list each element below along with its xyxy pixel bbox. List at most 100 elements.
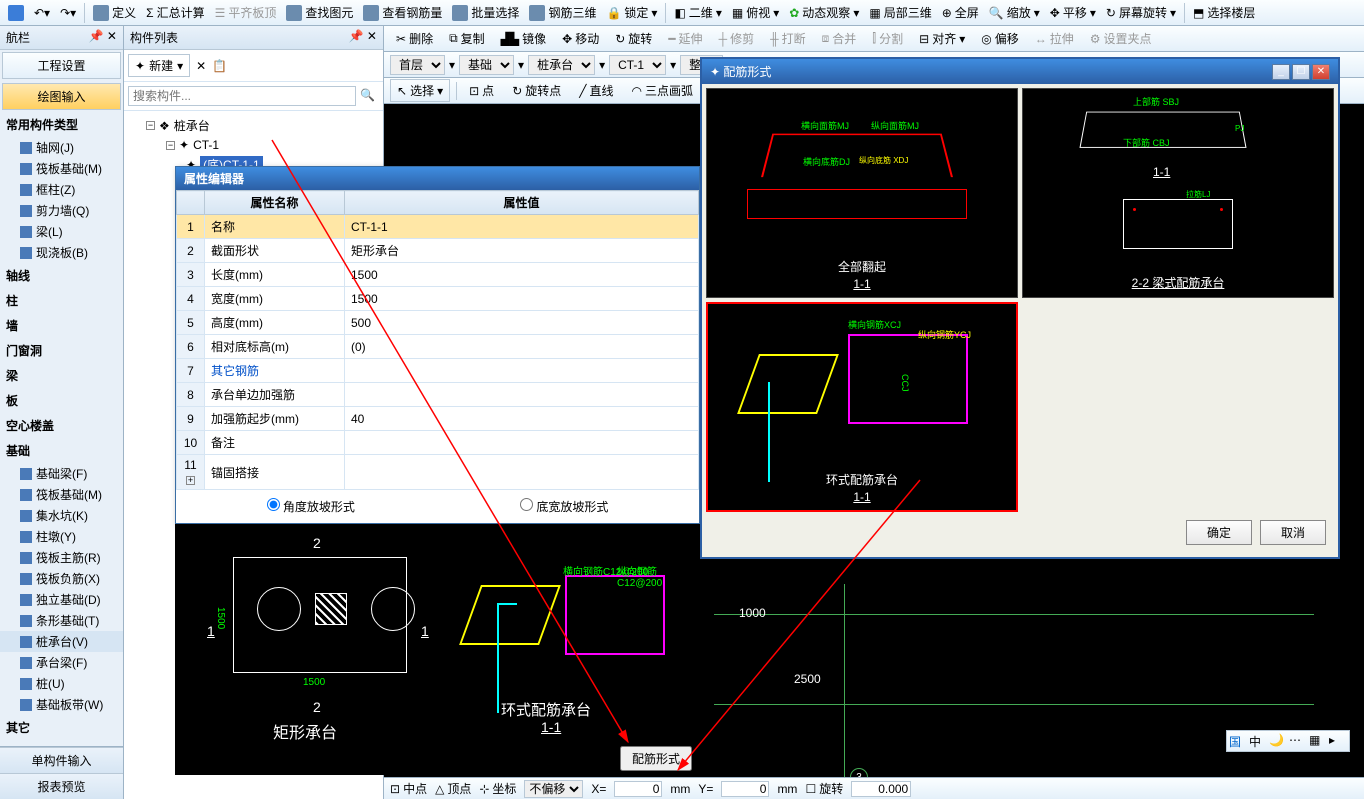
nav-found-beam[interactable]: 基础梁(F) [0, 463, 123, 484]
pin-icon[interactable]: 📌 ✕ [89, 29, 117, 46]
split-button[interactable]: ⫿ 分割 [866, 28, 909, 49]
cancel-button[interactable]: 取消 [1260, 520, 1326, 545]
nav-group-foundation[interactable]: 基础 [0, 438, 123, 463]
2d-button[interactable]: ◧ 二维▾ [670, 2, 725, 23]
prop-row[interactable]: 9加强筋起步(mm)40 [177, 407, 699, 431]
delete-icon[interactable]: ✕ [196, 59, 206, 73]
offset-select[interactable]: 不偏移 [524, 780, 583, 798]
prop-row[interactable]: 8承台单边加强筋 [177, 383, 699, 407]
dyn-observe-button[interactable]: ✿ 动态观察▾ [785, 2, 863, 23]
local-3d-button[interactable]: ▦ 局部三维 [865, 2, 935, 23]
nav-shearwall[interactable]: 剪力墙(Q) [0, 200, 123, 221]
y-input[interactable] [721, 781, 769, 797]
mini-2[interactable]: 中 [1249, 733, 1267, 749]
mini-moon-icon[interactable]: 🌙 [1269, 733, 1287, 749]
nav-pier[interactable]: 柱墩(Y) [0, 526, 123, 547]
prop-row[interactable]: 6相对底标高(m)(0) [177, 335, 699, 359]
midpoint-button[interactable]: ⊡ 中点 [390, 780, 427, 797]
zoom-button[interactable]: 🔍 缩放▾ [985, 2, 1044, 23]
rotpoint-button[interactable]: ↻ 旋转点 [506, 80, 567, 101]
mirror-button[interactable]: ▟▙ 镜像 [495, 28, 552, 49]
nav-capbeam[interactable]: 承台梁(F) [0, 652, 123, 673]
radio-width[interactable]: 底宽放坡形式 [520, 498, 608, 515]
nav-group-beam[interactable]: 梁 [0, 363, 123, 388]
nav-sump[interactable]: 集水坑(K) [0, 505, 123, 526]
vertex-button[interactable]: △ 顶点 [435, 780, 471, 797]
nav-group-axis[interactable]: 轴线 [0, 263, 123, 288]
define-button[interactable]: 定义 [89, 2, 140, 23]
tree-root[interactable]: − ❖ 桩承台 [130, 115, 377, 136]
radio-angle[interactable]: 角度放坡形式 [267, 498, 355, 515]
nav-group-other[interactable]: 其它 [0, 715, 123, 740]
offset-button[interactable]: ◎ 偏移 [975, 28, 1025, 49]
prop-row[interactable]: 3长度(mm)1500 [177, 263, 699, 287]
copy-button[interactable]: ⧉ 复制 [443, 28, 491, 49]
pin-icon[interactable]: 📌 ✕ [349, 29, 377, 46]
arc-button[interactable]: ◠ 三点画弧 [626, 80, 700, 101]
diagram-cell-1[interactable]: 横向面筋MJ 纵向面筋MJ 横向底筋DJ 纵向底筋 XDJ 全部翻起1-1 [706, 88, 1018, 298]
rotate-input[interactable] [851, 781, 911, 797]
select-floor-button[interactable]: ⬒ 选择楼层 [1189, 2, 1259, 23]
topview-button[interactable]: ▦ 俯视▾ [728, 2, 783, 23]
nav-raft-main[interactable]: 筏板主筋(R) [0, 547, 123, 568]
nav-group-hollow[interactable]: 空心楼盖 [0, 413, 123, 438]
prop-row[interactable]: 10备注 [177, 431, 699, 455]
search-icon[interactable]: 🔍 [356, 86, 379, 106]
draw-input-button[interactable]: 绘图输入 [2, 83, 121, 110]
prop-row[interactable]: 1名称CT-1-1 [177, 215, 699, 239]
rebar-3d-button[interactable]: 钢筋三维 [525, 2, 600, 23]
search-input[interactable] [128, 86, 356, 106]
stretch-button[interactable]: ↔ 拉伸 [1029, 28, 1080, 49]
diagram-cell-3[interactable]: 横向钢筋XCJ 纵向钢筋YCJ CCJ 环式配筋承台1-1 [706, 302, 1018, 512]
nav-beam[interactable]: 梁(L) [0, 221, 123, 242]
grip-button[interactable]: ⚙ 设置夹点 [1084, 28, 1158, 49]
diagram-cell-2[interactable]: 上部筋 SBJ 下部筋 CBJ PJ 拉筋LJ 1-1 2-2 梁式配筋承台 [1022, 88, 1334, 298]
sum-calc-button[interactable]: Σ 汇总计算 [142, 2, 208, 23]
new-component-button[interactable]: ✦ 新建 ▾ [128, 54, 190, 77]
prop-row[interactable]: 5高度(mm)500 [177, 311, 699, 335]
nav-raft[interactable]: 筏板基础(M) [0, 158, 123, 179]
nav-foundstrip[interactable]: 基础板带(W) [0, 694, 123, 715]
screen-rotate-button[interactable]: ↻ 屏幕旋转▾ [1102, 2, 1180, 23]
dialog-titlebar[interactable]: ✦ 配筋形式 _ ☐ ✕ [702, 59, 1338, 84]
copy-icon[interactable]: 📋 [212, 59, 227, 73]
nav-group-slab[interactable]: 板 [0, 388, 123, 413]
coord-button[interactable]: ⊹ 坐标 [479, 780, 516, 797]
view-rebar-button[interactable]: 查看钢筋量 [359, 2, 446, 23]
mini-play-icon[interactable]: ▸ [1329, 733, 1347, 749]
nav-pilecap[interactable]: 桩承台(V) [0, 631, 123, 652]
prop-row[interactable]: 4宽度(mm)1500 [177, 287, 699, 311]
mini-1[interactable]: 国 [1229, 733, 1247, 749]
single-comp-tab[interactable]: 单构件输入 [0, 747, 123, 773]
floor-select[interactable]: 首层 [390, 55, 445, 75]
ok-button[interactable]: 确定 [1186, 520, 1252, 545]
nav-found-raft[interactable]: 筏板基础(M) [0, 484, 123, 505]
point-button[interactable]: ⊡ 点 [463, 80, 500, 101]
nav-pile[interactable]: 桩(U) [0, 673, 123, 694]
nav-column[interactable]: 框柱(Z) [0, 179, 123, 200]
category-select[interactable]: 基础 [459, 55, 514, 75]
type-select[interactable]: 桩承台 [528, 55, 595, 75]
merge-button[interactable]: ⧈ 合并 [816, 28, 863, 49]
nav-raft-neg[interactable]: 筏板负筋(X) [0, 568, 123, 589]
find-elem-button[interactable]: 查找图元 [282, 2, 357, 23]
trim-button[interactable]: ┼ 修剪 [713, 28, 761, 49]
align-button[interactable]: ⊟ 对齐▾ [913, 28, 971, 49]
report-preview-tab[interactable]: 报表预览 [0, 773, 123, 799]
prop-row[interactable]: 2截面形状矩形承台 [177, 239, 699, 263]
mini-dots-icon[interactable]: ⋯ [1289, 733, 1307, 749]
fullscreen-button[interactable]: ⊕ 全屏 [938, 2, 983, 23]
break-button[interactable]: ╫ 打断 [764, 28, 812, 49]
nav-slab[interactable]: 现浇板(B) [0, 242, 123, 263]
close-icon[interactable]: ✕ [1312, 64, 1330, 80]
minimize-icon[interactable]: _ [1272, 64, 1290, 80]
rotate-button[interactable]: ↻ 旋转 [609, 28, 658, 49]
redo-icon[interactable]: ↷▾ [56, 4, 80, 22]
save-icon[interactable] [4, 3, 28, 23]
prop-row[interactable]: 11 +锚固搭接 [177, 455, 699, 490]
batch-select-button[interactable]: 批量选择 [448, 2, 523, 23]
prop-row[interactable]: 7其它钢筋 [177, 359, 699, 383]
rebar-form-button[interactable]: 配筋形式 [620, 746, 692, 771]
extend-button[interactable]: ━ 延伸 [662, 28, 708, 49]
nav-axis[interactable]: 轴网(J) [0, 137, 123, 158]
